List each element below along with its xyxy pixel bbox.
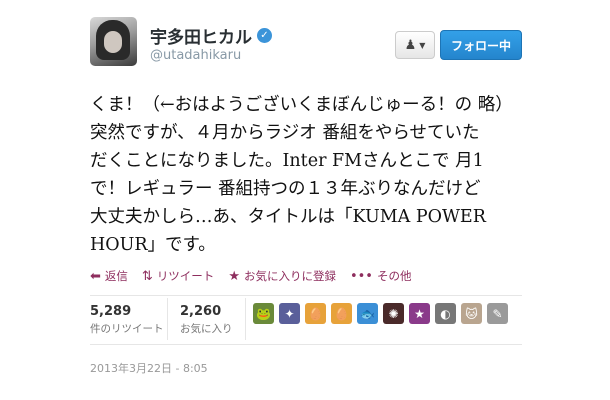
- tweet-actions: ⬅ 返信 ⇅ リツイート ★ お気に入りに登録 ••• その他: [90, 268, 425, 284]
- handle[interactable]: @utadahikaru: [150, 48, 241, 63]
- display-name-text[interactable]: 宇多田ヒカル: [150, 23, 252, 48]
- favoriter-avatar-glyph: 🥚: [334, 306, 349, 321]
- tweet-timestamp[interactable]: 2013年3月22日 - 8:05: [90, 360, 208, 376]
- tweet-line: 突然ですが、４月からラジオ 番組をやらせていた: [90, 123, 480, 143]
- favoriters-list: 🐸 ✦ 🥚 🥚 🐟 ✺ ★ ◐ 🐱 ✎: [253, 303, 508, 324]
- favoriter-avatar-glyph: ◐: [440, 306, 451, 321]
- star-icon: ★: [228, 268, 240, 284]
- favoriter-avatar-glyph: ★: [414, 306, 425, 321]
- tweet-line: で！レギュラー 番組持つの１３年ぶりなんだけど: [90, 179, 481, 199]
- egg-avatar-icon[interactable]: 🥚: [305, 303, 326, 324]
- tweet-line: くま！（←おはようございくまぼんじゅーる！の 略）: [90, 95, 513, 115]
- favoriter-avatar-glyph: 🐸: [256, 306, 271, 321]
- retweet-icon: ⇅: [141, 268, 153, 284]
- anime-avatar-icon[interactable]: ✦: [279, 303, 300, 324]
- more-icon: •••: [349, 268, 373, 284]
- tweet-line: 大丈夫かしら…あ、タイトルは「KUMA POWER: [90, 207, 486, 227]
- reply-label: 返信: [104, 269, 128, 283]
- favorite-button[interactable]: ★ お気に入りに登録: [228, 268, 336, 284]
- favoriter-avatar-glyph: 🥚: [308, 306, 323, 321]
- favoriter-avatar-glyph: ✎: [492, 306, 503, 321]
- retweets-stat[interactable]: 5,289 件のリツイート: [90, 304, 164, 336]
- tweet-line: HOUR」です。: [90, 235, 216, 255]
- fish-avatar-icon[interactable]: 🐟: [357, 303, 378, 324]
- verified-badge-icon: ✓: [257, 28, 272, 43]
- reply-icon: ⬅: [90, 268, 101, 284]
- avatar-face: [104, 31, 122, 53]
- more-button[interactable]: ••• その他: [350, 268, 412, 284]
- tweet-text: くま！（←おはようございくまぼんじゅーる！の 略） 突然ですが、４月からラジオ …: [90, 91, 530, 259]
- person-icon: ♟: [404, 37, 417, 53]
- chevron-down-icon: ▼: [419, 40, 426, 50]
- favorites-count: 2,260: [180, 304, 222, 319]
- favoriter-avatar-glyph: ✺: [388, 306, 399, 321]
- cat-avatar-icon[interactable]: 🐱: [461, 303, 482, 324]
- divider: [90, 344, 522, 345]
- divider: [90, 295, 522, 296]
- following-button[interactable]: フォロー中: [440, 30, 522, 60]
- retweets-label: 件のリツイート: [90, 323, 164, 335]
- favoriter-avatar-glyph: 🐱: [465, 306, 478, 321]
- egg-avatar-icon[interactable]: 🥚: [331, 303, 352, 324]
- retweet-button[interactable]: ⇅ リツイート: [142, 268, 214, 284]
- tweet-line: だくことになりました。Inter FMさんとこで 月1: [90, 151, 484, 171]
- profile-avatar[interactable]: [90, 17, 137, 66]
- photo-avatar-icon[interactable]: ◐: [435, 303, 456, 324]
- stat-divider: [167, 298, 168, 340]
- more-label: その他: [376, 269, 412, 283]
- favorites-stat[interactable]: 2,260 お気に入り: [180, 304, 233, 336]
- frog-avatar-icon[interactable]: 🐸: [253, 303, 274, 324]
- character-avatar-icon[interactable]: ★: [409, 303, 430, 324]
- retweets-count: 5,289: [90, 304, 132, 319]
- display-name[interactable]: 宇多田ヒカル ✓: [150, 23, 272, 48]
- follow-options-button[interactable]: ♟ ▼: [395, 31, 435, 59]
- favorites-label: お気に入り: [180, 323, 233, 335]
- favorite-label: お気に入りに登録: [243, 269, 336, 283]
- retweet-label: リツイート: [156, 269, 215, 283]
- favoriter-avatar-glyph: ✦: [284, 306, 295, 321]
- stat-divider: [245, 298, 246, 340]
- reply-button[interactable]: ⬅ 返信: [90, 268, 128, 284]
- sketch-avatar-icon[interactable]: ✎: [487, 303, 508, 324]
- favoriter-avatar-glyph: 🐟: [360, 306, 375, 321]
- dark-avatar-icon[interactable]: ✺: [383, 303, 404, 324]
